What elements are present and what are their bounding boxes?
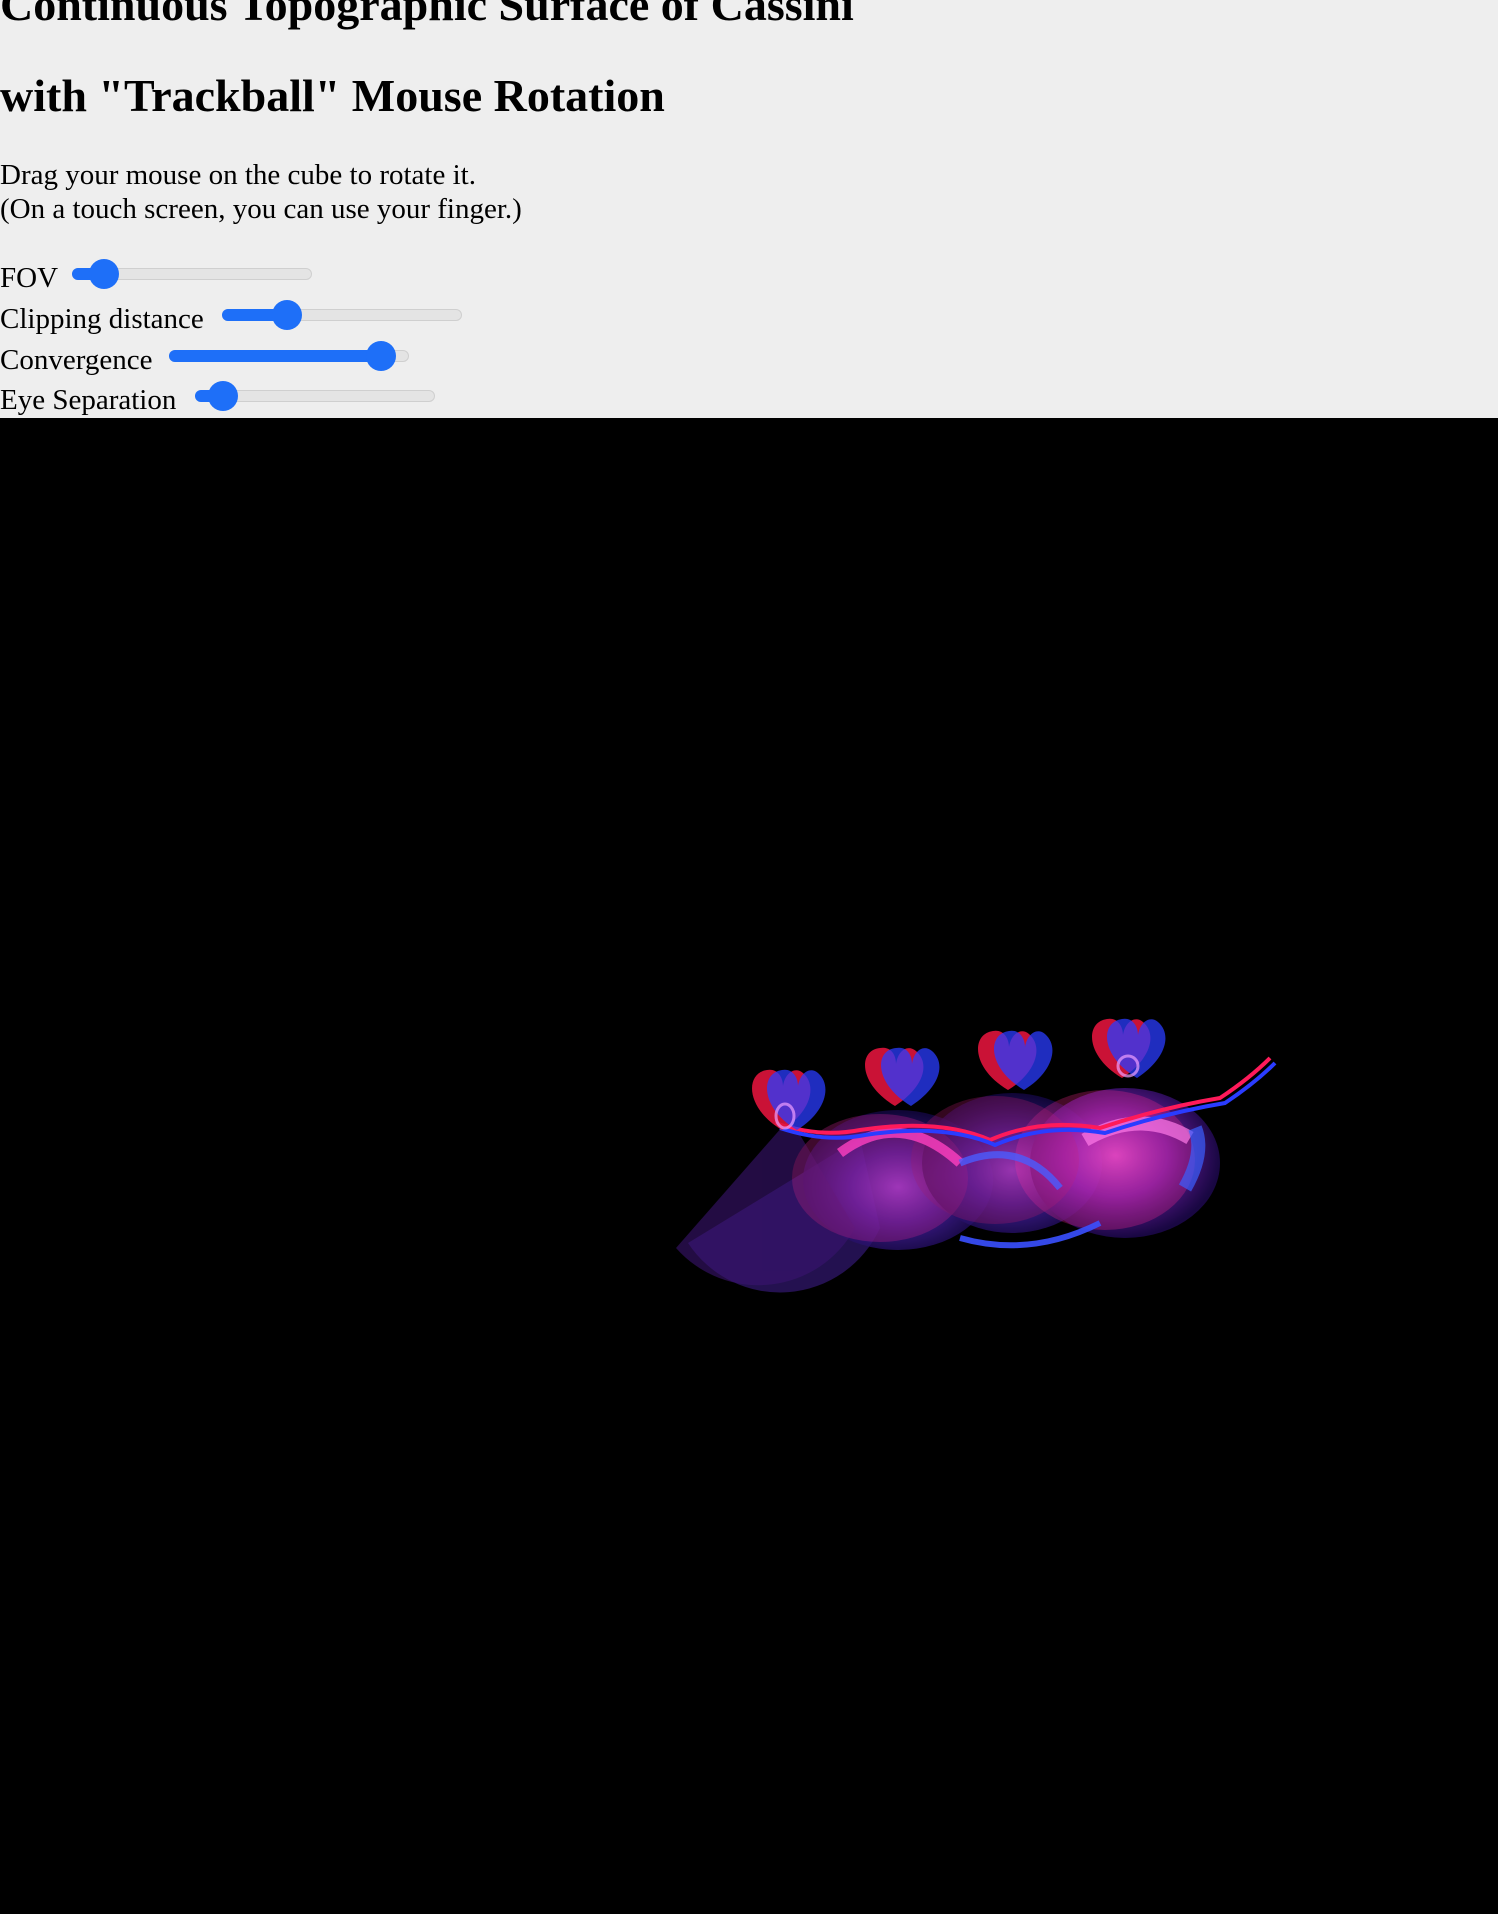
eye-separation-slider[interactable] [195,378,435,414]
slider-thumb[interactable] [88,259,119,289]
page-title: Continuous Topographic Surface of Cassin… [0,0,854,30]
convergence-slider[interactable] [169,338,409,374]
clipping-distance-slider[interactable] [222,297,462,333]
page-subtitle: with "Trackball" Mouse Rotation [0,70,665,121]
fov-slider[interactable] [72,256,312,292]
touch-instruction-text: (On a touch screen, you can use your fin… [0,193,522,225]
anaglyph-surface-render [676,1018,1277,1293]
slider-thumb[interactable] [207,381,238,411]
page-header: Continuous Topographic Surface of Cassin… [0,0,1498,418]
render-canvas[interactable] [0,418,1498,1914]
fov-label: FOV [0,262,59,294]
eye-separation-label: Eye Separation [0,384,177,416]
slider-fill [169,350,382,362]
clipping-distance-label: Clipping distance [0,303,204,335]
convergence-label: Convergence [0,344,153,376]
slider-thumb[interactable] [272,300,303,330]
slider-thumb[interactable] [366,341,397,371]
instruction-text: Drag your mouse on the cube to rotate it… [0,159,476,191]
